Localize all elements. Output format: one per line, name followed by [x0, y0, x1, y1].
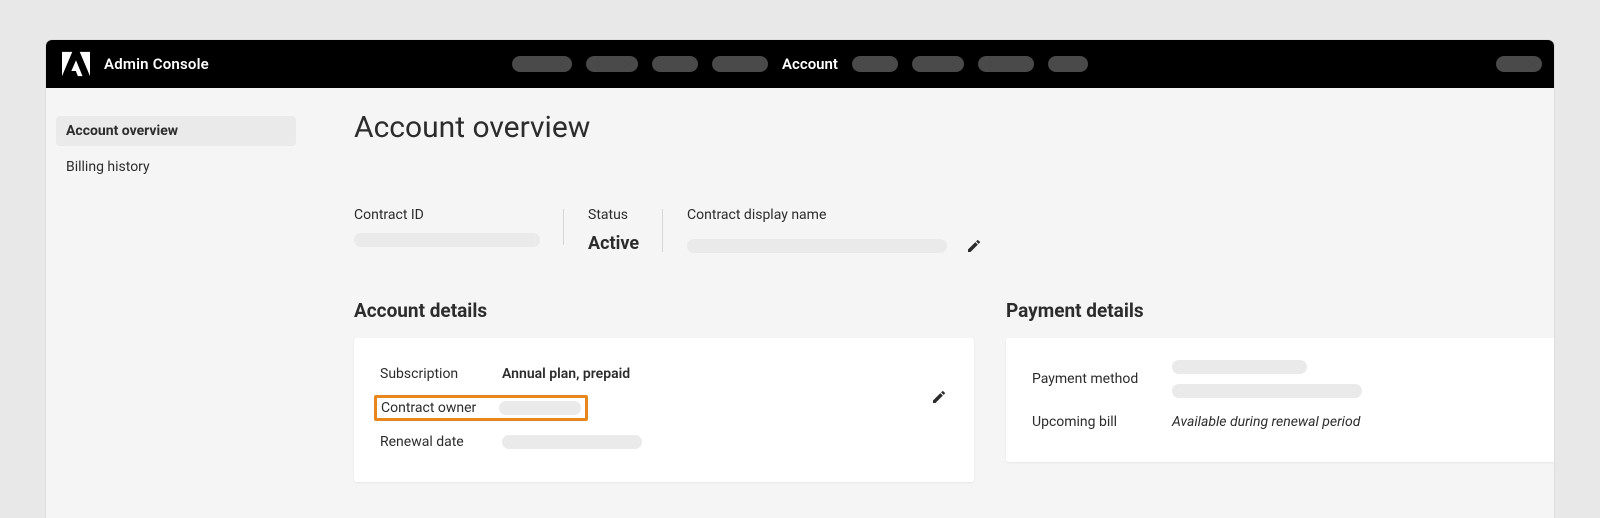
upcoming-bill-value: Available during renewal period	[1172, 414, 1360, 430]
nav-item-placeholder[interactable]	[712, 56, 768, 72]
contract-name-label: Contract display name	[687, 207, 987, 223]
renewal-date-label: Renewal date	[380, 434, 502, 450]
topbar: Admin Console Account	[46, 40, 1554, 88]
payment-method-row: Payment method	[1032, 360, 1540, 398]
payment-method-detail-placeholder	[1172, 384, 1362, 398]
contract-owner-row: Contract owner	[380, 394, 948, 422]
subscription-row: Subscription Annual plan, prepaid	[380, 360, 948, 388]
contract-status-label: Status	[588, 207, 639, 223]
top-nav-right	[1496, 56, 1542, 72]
contract-owner-highlight: Contract owner	[374, 395, 588, 421]
adobe-logo-icon	[62, 51, 90, 77]
renewal-date-row: Renewal date	[380, 428, 948, 456]
payment-details-section: Payment details Payment method Upcoming …	[1006, 299, 1554, 482]
contract-owner-label: Contract owner	[381, 400, 493, 416]
edit-account-details-button[interactable]	[926, 384, 952, 410]
main-content: Account overview Contract ID Status Acti…	[306, 88, 1554, 518]
page-title: Account overview	[354, 110, 1554, 145]
contract-status-col: Status Active	[564, 207, 663, 254]
app-title: Admin Console	[104, 55, 209, 73]
renewal-date-value-placeholder	[502, 435, 642, 449]
nav-item-placeholder[interactable]	[652, 56, 698, 72]
nav-item-account[interactable]: Account	[782, 55, 838, 73]
payment-method-label: Payment method	[1032, 371, 1172, 387]
edit-contract-name-button[interactable]	[961, 233, 987, 259]
nav-item-placeholder[interactable]	[512, 56, 572, 72]
upcoming-bill-label: Upcoming bill	[1032, 414, 1172, 430]
sidebar: Account overview Billing history	[46, 88, 306, 518]
contract-owner-value-placeholder	[499, 401, 581, 415]
pencil-icon	[966, 238, 982, 254]
contract-header-row: Contract ID Status Active Contract displ…	[354, 207, 1554, 259]
body-area: Account overview Billing history Account…	[46, 88, 1554, 518]
contract-name-value-placeholder	[687, 239, 947, 253]
sidebar-item-account-overview[interactable]: Account overview	[56, 116, 296, 146]
sidebar-item-billing-history[interactable]: Billing history	[56, 152, 296, 182]
nav-item-placeholder[interactable]	[978, 56, 1034, 72]
account-details-section: Account details Subscription Annual plan…	[354, 299, 974, 482]
sidebar-item-label: Account overview	[66, 123, 178, 139]
contract-name-col: Contract display name	[663, 207, 1011, 259]
nav-item-placeholder[interactable]	[912, 56, 964, 72]
top-nav: Account	[512, 55, 1088, 73]
payment-method-value-placeholder	[1172, 360, 1307, 374]
account-details-title: Account details	[354, 299, 974, 322]
sidebar-item-label: Billing history	[66, 159, 150, 175]
payment-details-title: Payment details	[1006, 299, 1554, 322]
details-columns: Account details Subscription Annual plan…	[354, 299, 1554, 482]
account-details-card: Subscription Annual plan, prepaid Contra…	[354, 338, 974, 482]
pencil-icon	[931, 389, 947, 405]
subscription-value: Annual plan, prepaid	[502, 366, 630, 382]
app-frame: Admin Console Account Account overview B…	[46, 40, 1554, 518]
contract-id-col: Contract ID	[354, 207, 564, 247]
contract-id-value-placeholder	[354, 233, 540, 247]
subscription-label: Subscription	[380, 366, 502, 382]
nav-item-placeholder[interactable]	[1048, 56, 1088, 72]
contract-status-value: Active	[588, 233, 639, 254]
contract-id-label: Contract ID	[354, 207, 540, 223]
nav-action-placeholder[interactable]	[1496, 56, 1542, 72]
upcoming-bill-row: Upcoming bill Available during renewal p…	[1032, 408, 1540, 436]
nav-item-placeholder[interactable]	[852, 56, 898, 72]
nav-item-placeholder[interactable]	[586, 56, 638, 72]
payment-details-card: Payment method Upcoming bill Available d…	[1006, 338, 1554, 462]
